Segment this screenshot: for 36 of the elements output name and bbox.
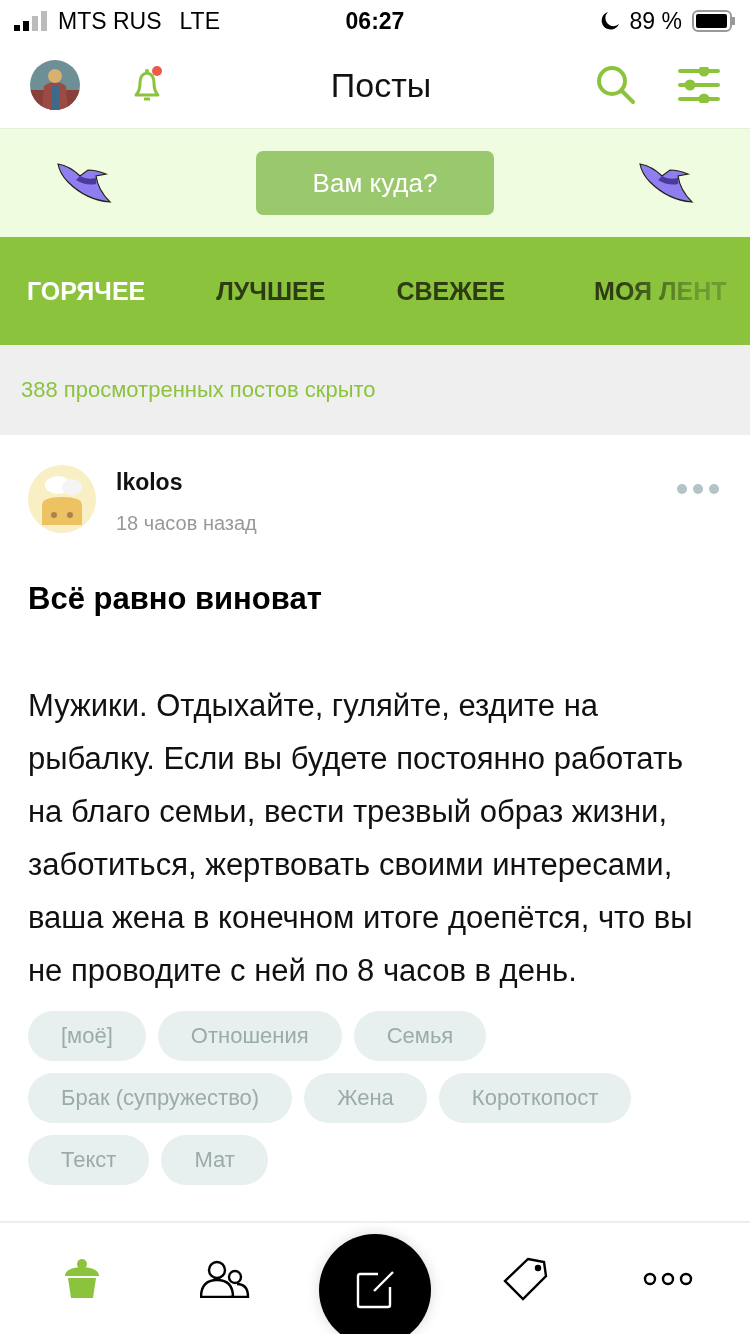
search-icon[interactable]: [596, 65, 636, 105]
carrier-name: MTS RUS: [58, 7, 162, 35]
post-body: Мужики. Отдыхайте, гуляйте, ездите на рыбалку. Если вы будете постоянно работать на благо семьи, вести трезвый образ жизни, заботиться, жертвовать своими интересами, ваша жена в конечном итоге доепётся, что вы не проводите с ней по 8 часов в день.: [28, 687, 694, 990]
destination-button[interactable]: Вам куда?: [256, 151, 494, 215]
clock: 06:27: [345, 7, 405, 35]
post-tag[interactable]: Брак (супружество): [28, 1073, 293, 1123]
post-tag[interactable]: Мат: [161, 1135, 268, 1185]
post-tag[interactable]: Жена: [304, 1073, 427, 1123]
battery-percent: 89 %: [629, 7, 682, 35]
feed-tab[interactable]: ЛУЧШЕЕ: [189, 276, 354, 306]
compose-icon: [354, 1268, 396, 1311]
author-name[interactable]: lkolos: [116, 469, 656, 496]
post-tag[interactable]: Текст: [28, 1135, 150, 1185]
post-time: 18 часов назад: [116, 512, 258, 535]
post-tag[interactable]: Семья: [353, 1011, 487, 1061]
compose-button[interactable]: [319, 1233, 431, 1334]
post-tag[interactable]: Короткопост: [438, 1073, 632, 1123]
people-icon: [200, 1259, 251, 1298]
post-tag[interactable]: [моё]: [28, 1011, 146, 1061]
signal-icon: [14, 11, 48, 31]
network-type: LTE: [179, 7, 220, 35]
feed-tab[interactable]: ГОРЯЧЕЕ: [0, 276, 174, 306]
hidden-posts-notice[interactable]: 388 просмотренных постов скрыто: [0, 345, 750, 435]
page-title: Посты: [329, 65, 433, 105]
post-tag[interactable]: Отношения: [157, 1011, 342, 1061]
tag-icon: [501, 1255, 548, 1302]
feed-tab[interactable]: СВЕЖЕЕ: [369, 276, 534, 306]
user-avatar[interactable]: [30, 60, 80, 110]
witch-hat-icon: [56, 162, 112, 204]
battery-icon: [692, 10, 736, 32]
more-icon: [643, 1271, 694, 1286]
moon-icon: [599, 11, 620, 31]
witch-hat-icon: [638, 162, 694, 204]
post-title: Всё равно виноват: [28, 581, 323, 617]
filter-sliders-icon[interactable]: [678, 67, 720, 103]
more-options-icon[interactable]: [676, 483, 720, 495]
